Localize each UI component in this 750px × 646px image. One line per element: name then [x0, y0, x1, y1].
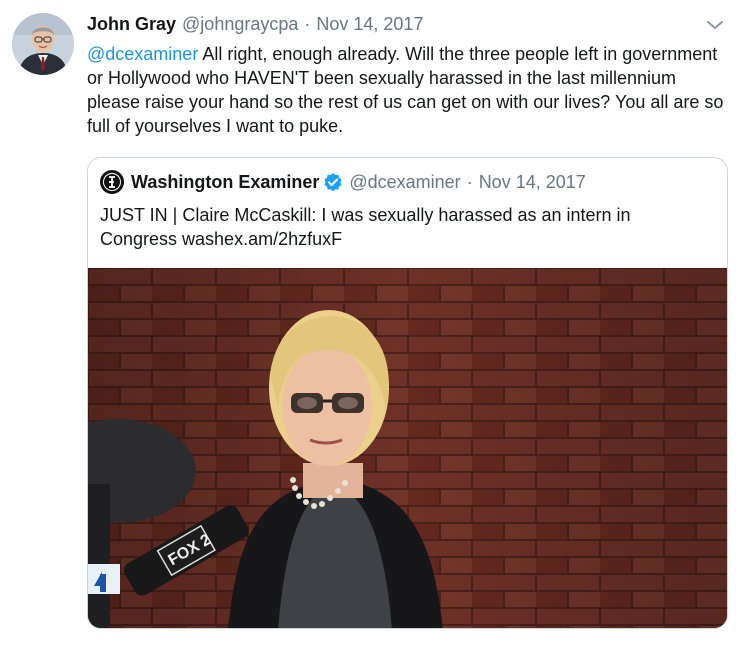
washington-examiner-logo-icon — [100, 170, 124, 194]
quoted-tweet-header: Washington Examiner @dcexaminer · Nov 14… — [100, 170, 586, 194]
author-name[interactable]: John Gray — [87, 14, 176, 35]
quoted-tweet-photo[interactable]: FOX 2 — [88, 268, 727, 628]
tweet-text: @dcexaminer All right, enough already. W… — [87, 42, 727, 138]
separator-dot: · — [304, 14, 311, 34]
avatar-portrait — [12, 13, 74, 75]
news-photo: FOX 2 — [88, 268, 727, 628]
quoted-separator-dot: · — [466, 171, 473, 192]
quoted-author-name[interactable]: Washington Examiner — [131, 172, 319, 193]
quoted-tweet-card[interactable]: Washington Examiner @dcexaminer · Nov 14… — [87, 157, 728, 629]
tweet[interactable]: John Gray @johngraycpa · Nov 14, 2017 @d… — [0, 0, 750, 646]
reply-mention-link[interactable]: @dcexaminer — [87, 44, 198, 64]
quoted-tweet-text: JUST IN | Claire McCaskill: I was sexual… — [100, 205, 631, 249]
chevron-down-icon[interactable] — [706, 19, 724, 31]
tweet-header: John Gray @johngraycpa · Nov 14, 2017 — [87, 14, 423, 35]
tweet-date[interactable]: Nov 14, 2017 — [316, 14, 423, 35]
verified-badge-icon — [324, 173, 342, 192]
quoted-tweet-date[interactable]: Nov 14, 2017 — [479, 172, 586, 193]
author-handle[interactable]: @johngraycpa — [182, 14, 298, 35]
quoted-author-handle[interactable]: @dcexaminer — [349, 172, 460, 193]
avatar[interactable] — [12, 13, 74, 75]
